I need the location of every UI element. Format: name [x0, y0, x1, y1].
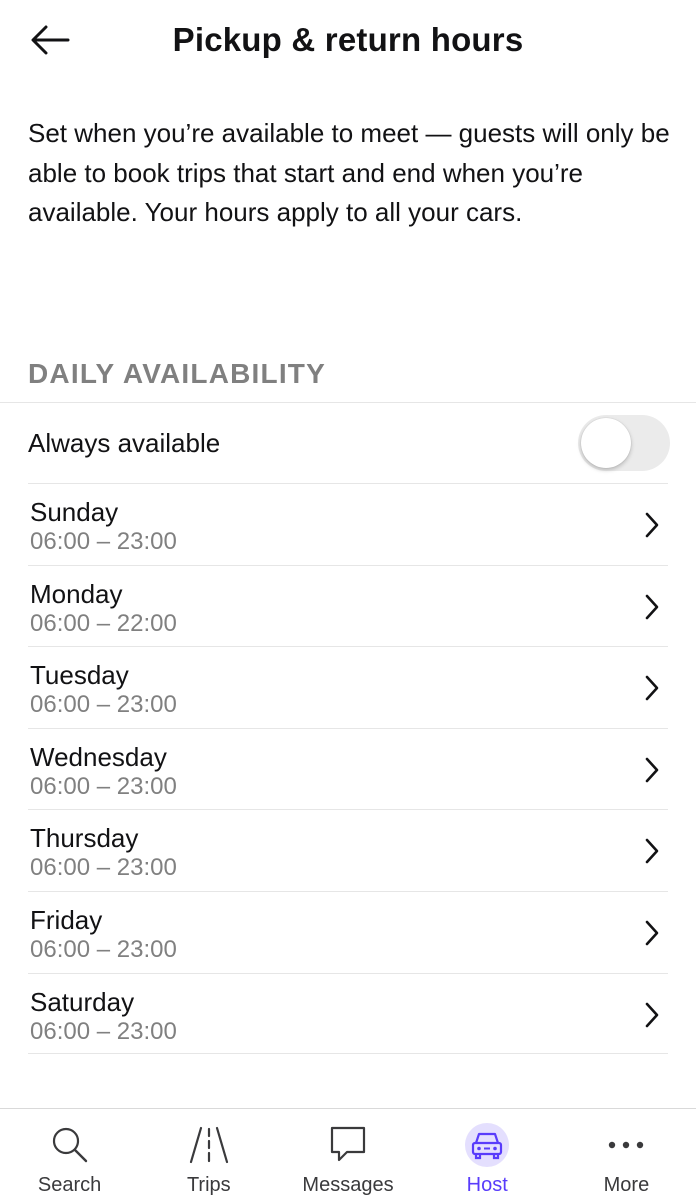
day-hours: 06:00 – 23:00	[30, 854, 177, 882]
car-icon	[465, 1123, 510, 1167]
tab-trips[interactable]: Trips	[139, 1109, 278, 1200]
tab-host[interactable]: Host	[418, 1109, 557, 1200]
toggle-knob	[581, 418, 631, 468]
day-row-friday[interactable]: Friday 06:00 – 23:00	[28, 890, 668, 973]
day-row-saturday[interactable]: Saturday 06:00 – 23:00	[28, 972, 668, 1055]
tab-more[interactable]: More	[557, 1109, 696, 1200]
day-name: Friday	[30, 904, 103, 935]
day-name: Saturday	[30, 986, 135, 1017]
day-name: Wednesday	[30, 741, 167, 772]
app-header: Pickup & return hours	[0, 0, 696, 84]
always-available-toggle[interactable]	[578, 415, 670, 471]
chevron-right-icon	[645, 920, 659, 946]
chevron-right-icon	[645, 512, 659, 538]
tab-messages[interactable]: Messages	[278, 1109, 417, 1200]
chevron-right-icon	[645, 757, 659, 783]
day-hours: 06:00 – 23:00	[30, 935, 177, 963]
day-row-sunday[interactable]: Sunday 06:00 – 23:00	[28, 483, 668, 565]
day-row-monday[interactable]: Monday 06:00 – 22:00	[28, 564, 668, 647]
day-row-thursday[interactable]: Thursday 06:00 – 23:00	[28, 809, 668, 891]
chevron-right-icon	[645, 594, 659, 619]
day-hours: 06:00 – 22:00	[30, 609, 177, 637]
day-name: Thursday	[30, 823, 139, 854]
tab-search[interactable]: Search	[0, 1109, 139, 1200]
page-title: Pickup & return hours	[172, 21, 524, 58]
chevron-right-icon	[645, 1002, 659, 1027]
day-name: Monday	[30, 578, 123, 609]
road-icon	[189, 1126, 228, 1164]
chat-bubble-icon	[330, 1126, 366, 1162]
tab-label: Search	[37, 1174, 102, 1196]
day-row-wednesday[interactable]: Wednesday 06:00 – 23:00	[28, 727, 668, 810]
intro-text: Set when you’re available to meet — gues…	[28, 118, 670, 227]
day-row-tuesday[interactable]: Tuesday 06:00 – 23:00	[28, 646, 668, 728]
section-heading-daily-availability: DAILY AVAILABILITY	[28, 358, 326, 389]
always-available-row[interactable]: Always available	[0, 403, 696, 483]
tab-label: More	[603, 1174, 650, 1196]
day-list: Sunday 06:00 – 23:00 Monday 06:00 – 22:0…	[0, 483, 696, 1055]
chevron-right-icon	[645, 839, 659, 864]
bottom-tab-bar: Search Trips Messages Host More	[0, 1108, 696, 1200]
tab-label: Host	[466, 1174, 508, 1196]
day-name: Tuesday	[30, 660, 129, 691]
day-hours: 06:00 – 23:00	[30, 772, 177, 800]
day-hours: 06:00 – 23:00	[30, 528, 177, 555]
always-available-label: Always available	[28, 428, 221, 458]
more-dots-icon	[609, 1141, 644, 1149]
tab-label: Trips	[186, 1174, 231, 1196]
chevron-right-icon	[645, 675, 659, 701]
tab-label: Messages	[302, 1174, 394, 1196]
day-hours: 06:00 – 23:00	[30, 1017, 177, 1045]
day-hours: 06:00 – 23:00	[30, 691, 177, 719]
day-name: Sunday	[30, 497, 119, 527]
search-icon	[52, 1127, 87, 1163]
